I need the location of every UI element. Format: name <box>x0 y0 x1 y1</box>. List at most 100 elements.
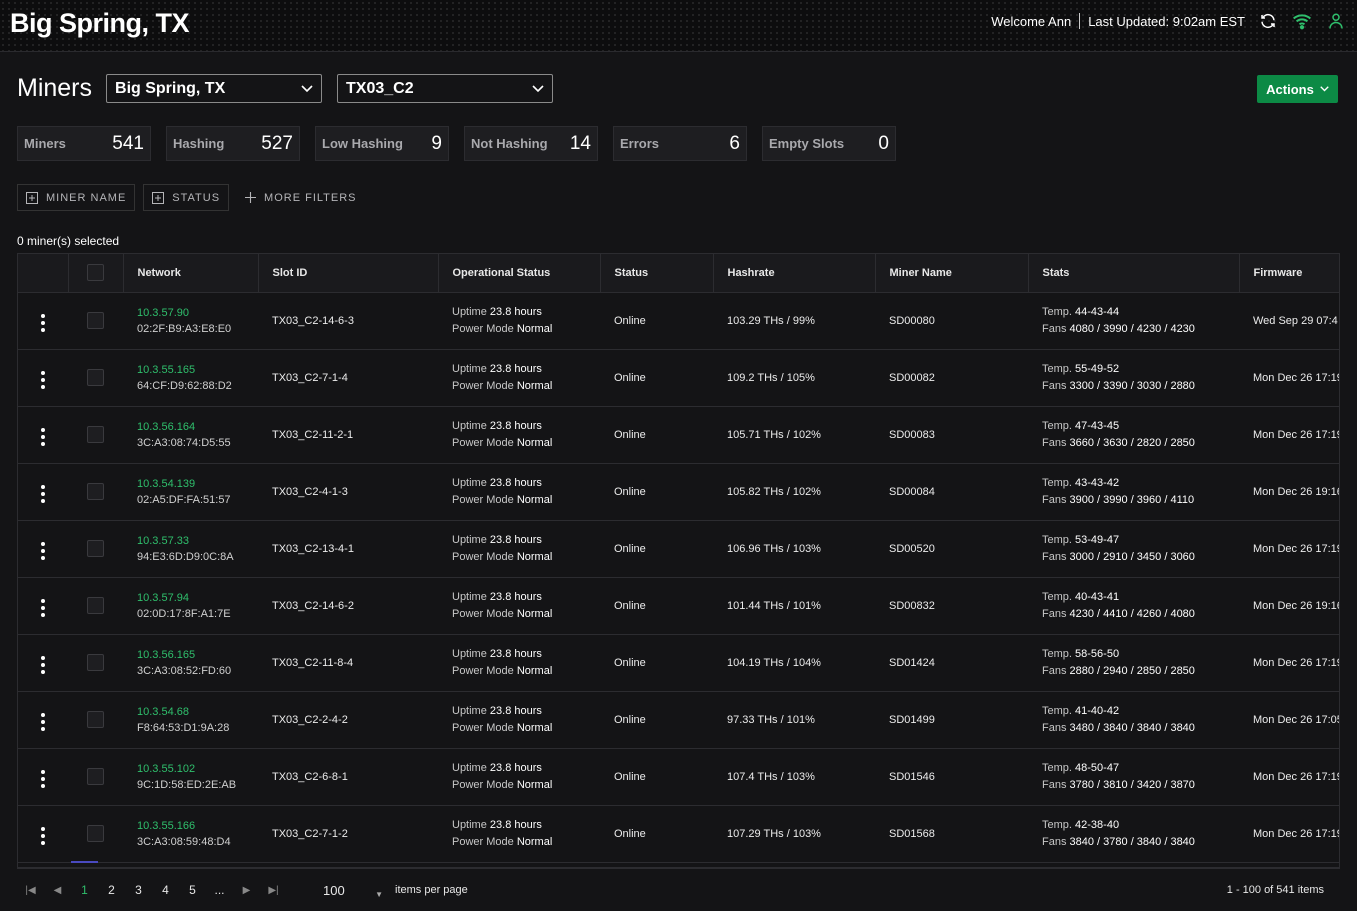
table-row[interactable]: 10.3.57.90 02:2F:B9:A3:E8:E0 TX03_C2-14-6-… <box>18 292 1339 350</box>
row-select[interactable] <box>68 748 123 806</box>
more-vertical-icon[interactable] <box>41 656 45 674</box>
column-header[interactable]: Slot ID <box>258 254 439 293</box>
select-all-checkbox[interactable] <box>87 264 104 282</box>
more-vertical-icon[interactable] <box>41 599 45 617</box>
network-cell: 10.3.57.94 02:0D:17:8F:A1:7E <box>123 577 258 635</box>
row-select[interactable] <box>68 349 123 407</box>
column-header[interactable]: Status <box>600 254 714 293</box>
site-select[interactable]: Big Spring, TX <box>106 74 323 103</box>
last-page-icon[interactable]: ▶| <box>260 885 287 896</box>
page-button[interactable]: 5 <box>179 883 206 897</box>
firmware-cell: Mon Dec 26 17:19 <box>1239 634 1339 692</box>
more-vertical-icon[interactable] <box>41 542 45 560</box>
table-row[interactable]: 10.3.57.33 94:E3:6D:D9:0C:8A TX03_C2-13-4-… <box>18 520 1339 578</box>
row-menu-button[interactable] <box>18 292 68 350</box>
more-vertical-icon[interactable] <box>41 770 45 788</box>
ip-link[interactable]: 10.3.55.166 <box>137 820 258 832</box>
ip-link[interactable]: 10.3.55.102 <box>137 763 258 775</box>
more-vertical-icon[interactable] <box>41 314 45 332</box>
container-select[interactable]: TX03_C2 <box>337 74 554 103</box>
filter-bar: MINER NAME STATUS MORE FILTERS <box>17 184 365 211</box>
stat-label: Empty Slots <box>769 136 845 151</box>
page-button[interactable]: 4 <box>152 883 179 897</box>
prev-page-icon[interactable]: ◀ <box>44 885 71 896</box>
more-vertical-icon[interactable] <box>41 713 45 731</box>
more-vertical-icon[interactable] <box>41 485 45 503</box>
first-page-icon[interactable]: |◀ <box>17 885 44 896</box>
next-page-icon[interactable]: ▶ <box>233 885 260 896</box>
row-checkbox[interactable] <box>87 483 104 500</box>
more-vertical-icon[interactable] <box>41 827 45 845</box>
fans-label: Fans <box>1042 721 1067 734</box>
network-cell: 10.3.54.68 F8:64:53:D1:9A:28 <box>123 691 258 749</box>
row-menu-button[interactable] <box>18 520 68 578</box>
refresh-icon[interactable] <box>1257 10 1279 32</box>
row-select[interactable] <box>68 520 123 578</box>
row-checkbox[interactable] <box>87 711 104 728</box>
table-row[interactable]: 10.3.55.165 64:CF:D9:62:88:D2 TX03_C2-7-1-… <box>18 349 1339 407</box>
row-checkbox[interactable] <box>87 426 104 443</box>
row-checkbox[interactable] <box>87 768 104 785</box>
row-menu-button[interactable] <box>18 805 68 863</box>
ip-link[interactable]: 10.3.56.164 <box>137 421 258 433</box>
row-select[interactable] <box>68 463 123 521</box>
page-ellipsis[interactable]: ... <box>206 883 233 897</box>
column-header[interactable]: Hashrate <box>713 254 876 293</box>
column-header[interactable]: Network <box>123 254 259 293</box>
user-icon[interactable] <box>1325 10 1347 32</box>
page-button[interactable]: 2 <box>98 883 125 897</box>
row-select[interactable] <box>68 805 123 863</box>
column-header[interactable]: Firmware <box>1239 254 1339 293</box>
ip-link[interactable]: 10.3.57.94 <box>137 592 258 604</box>
row-menu-button[interactable] <box>18 634 68 692</box>
row-select[interactable] <box>68 691 123 749</box>
ip-link[interactable]: 10.3.56.165 <box>137 649 258 661</box>
uptime-value: 23.8 hours <box>489 590 542 603</box>
status-cell: Online <box>600 634 713 692</box>
table-row[interactable]: 10.3.55.102 9C:1D:58:ED:2E:AB TX03_C2-6-8-… <box>18 748 1339 806</box>
more-filters-button[interactable]: MORE FILTERS <box>237 184 364 211</box>
table-row[interactable]: 10.3.56.164 3C:A3:08:74:D5:55 TX03_C2-11-2… <box>18 406 1339 464</box>
row-select[interactable] <box>68 634 123 692</box>
more-vertical-icon[interactable] <box>41 371 45 389</box>
welcome-text: Welcome Ann <box>991 13 1072 29</box>
ip-link[interactable]: 10.3.55.165 <box>137 364 258 376</box>
table-row[interactable]: 10.3.54.139 02:A5:DF:FA:51:57 TX03_C2-4-1-… <box>18 463 1339 521</box>
stat-value: 9 <box>431 132 442 154</box>
row-menu-button[interactable] <box>18 691 68 749</box>
actions-button[interactable]: Actions <box>1257 75 1338 103</box>
column-header[interactable]: Operational Status <box>438 254 601 293</box>
row-checkbox[interactable] <box>87 312 104 329</box>
filter-miner-name[interactable]: MINER NAME <box>17 184 136 211</box>
ip-link[interactable]: 10.3.57.33 <box>137 535 258 547</box>
row-checkbox[interactable] <box>87 825 104 842</box>
row-select[interactable] <box>68 577 123 635</box>
ip-link[interactable]: 10.3.57.90 <box>137 307 258 319</box>
table-row[interactable]: 10.3.55.166 3C:A3:08:59:48:D4 TX03_C2-7-1-… <box>18 805 1339 863</box>
stats-cell: Temp. 58-56-50 Fans 2880 / 2940 / 2850 / … <box>1028 634 1239 692</box>
ip-link[interactable]: 10.3.54.139 <box>137 478 258 490</box>
ip-link[interactable]: 10.3.54.68 <box>137 706 258 718</box>
more-vertical-icon[interactable] <box>41 428 45 446</box>
filter-status[interactable]: STATUS <box>143 184 230 211</box>
column-header[interactable]: Miner Name <box>875 254 1029 293</box>
page-button[interactable]: 3 <box>125 883 152 897</box>
row-menu-button[interactable] <box>18 577 68 635</box>
header-select-all[interactable] <box>68 254 124 293</box>
table-row[interactable]: 10.3.57.94 02:0D:17:8F:A1:7E TX03_C2-14-6-… <box>18 577 1339 635</box>
row-checkbox[interactable] <box>87 654 104 671</box>
page-button[interactable]: 1 <box>71 861 98 897</box>
row-checkbox[interactable] <box>87 597 104 614</box>
row-menu-button[interactable] <box>18 748 68 806</box>
column-header[interactable]: Stats <box>1028 254 1240 293</box>
row-select[interactable] <box>68 406 123 464</box>
row-checkbox[interactable] <box>87 369 104 386</box>
row-menu-button[interactable] <box>18 463 68 521</box>
table-row[interactable]: 10.3.54.68 F8:64:53:D1:9A:28 TX03_C2-2-4-2… <box>18 691 1339 749</box>
row-select[interactable] <box>68 292 123 350</box>
row-menu-button[interactable] <box>18 349 68 407</box>
per-page-select[interactable]: 100 ▼ <box>323 882 383 899</box>
row-checkbox[interactable] <box>87 540 104 557</box>
row-menu-button[interactable] <box>18 406 68 464</box>
table-row[interactable]: 10.3.56.165 3C:A3:08:52:FD:60 TX03_C2-11-8… <box>18 634 1339 692</box>
